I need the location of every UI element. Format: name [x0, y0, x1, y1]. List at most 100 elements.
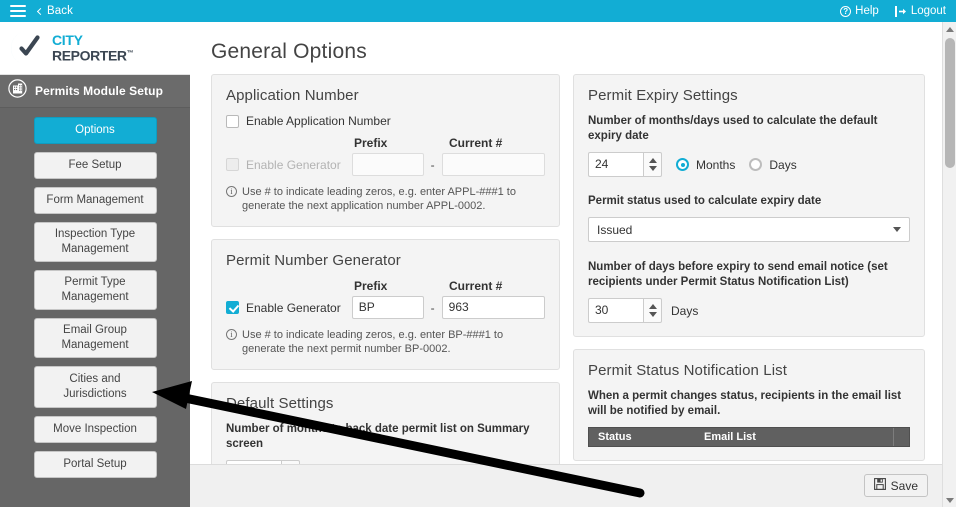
sidebar-item-portal-setup[interactable]: Portal Setup — [33, 451, 157, 478]
permit-number-generator-panel: Permit Number Generator Prefix Current #… — [211, 239, 560, 370]
enable-application-number-checkbox[interactable]: Enable Application Number — [226, 114, 545, 128]
email-notice-stepper-buttons[interactable] — [643, 298, 662, 323]
email-notice-stepper[interactable]: 30 — [588, 298, 662, 323]
floppy-disk-icon — [873, 478, 886, 493]
permit-prefix-input[interactable]: BP — [351, 296, 424, 319]
sidebar-item-inspection-type-management[interactable]: Inspection Type Management — [33, 222, 157, 262]
permit-separator: - — [430, 300, 435, 315]
top-bar: Back ? Help Logout — [0, 0, 956, 22]
app-prefix-label: Prefix — [354, 136, 388, 150]
unit-radio-days[interactable]: Days — [749, 157, 797, 172]
chevron-down-icon — [946, 497, 954, 503]
sidebar-item-permit-type-management[interactable]: Permit Type Management — [33, 270, 157, 310]
footer-bar: Save — [190, 464, 942, 507]
permit-expiry-title: Permit Expiry Settings — [588, 87, 738, 104]
sidebar: CITY REPORTER™ Permits Module Setup Opti… — [0, 22, 190, 507]
radio-icon — [749, 158, 763, 171]
sidebar-item-options[interactable]: Options — [33, 117, 157, 144]
permit-number-generator-title: Permit Number Generator — [226, 252, 401, 269]
application-enable-generator-checkbox[interactable]: Enable Generator — [226, 158, 352, 172]
permit-number-hint-text: Use # to indicate leading zeros, e.g. en… — [242, 329, 504, 355]
stepper-up-icon[interactable] — [648, 304, 657, 309]
permit-enable-generator-label: Enable Generator — [246, 300, 341, 315]
permit-status-label: Permit status used to calculate expiry d… — [588, 195, 822, 207]
sidebar-item-move-inspection[interactable]: Move Inspection — [33, 416, 157, 443]
application-number-title: Application Number — [226, 87, 359, 104]
sidebar-item-form-management[interactable]: Form Management — [33, 187, 157, 214]
permit-expiry-panel: Permit Expiry Settings Number of months/… — [573, 74, 925, 337]
permit-number-hint: i Use # to indicate leading zeros, e.g. … — [226, 328, 545, 356]
expiry-stepper-buttons[interactable] — [643, 152, 662, 177]
permit-current-label: Current # — [449, 279, 503, 293]
application-current-input[interactable] — [441, 153, 545, 176]
backdate-label: Number of months to back date permit lis… — [226, 423, 530, 450]
email-notice-unit-label: Days — [671, 303, 699, 318]
default-settings-title: Default Settings — [226, 395, 334, 412]
notification-table-header: Status Email List — [588, 427, 910, 447]
permit-enable-generator-checkbox[interactable]: Enable Generator — [226, 301, 352, 315]
sidebar-item-email-group-management[interactable]: Email Group Management — [33, 318, 157, 358]
notification-list-description: When a permit changes status, recipients… — [588, 390, 902, 417]
help-button-label: Help — [855, 5, 879, 17]
brand-line-1: CITY — [52, 31, 83, 48]
checkbox-icon — [226, 114, 239, 128]
unit-radio-months[interactable]: Months — [676, 158, 735, 172]
enable-application-number-label: Enable Application Number — [246, 114, 391, 128]
brand-logo[interactable]: CITY REPORTER™ — [0, 22, 190, 75]
back-button[interactable]: Back — [36, 5, 73, 17]
app-current-label: Current # — [449, 136, 503, 150]
scrollbar-thumb[interactable] — [945, 38, 955, 168]
logout-button[interactable]: Logout — [894, 5, 946, 17]
chevron-up-icon — [946, 26, 954, 32]
vertical-scrollbar[interactable] — [942, 22, 956, 507]
permit-prefix-label: Prefix — [354, 279, 388, 293]
permit-status-select[interactable]: Issued — [588, 217, 910, 242]
save-button-label: Save — [890, 478, 918, 493]
right-column: Permit Expiry Settings Number of months/… — [573, 74, 925, 473]
unit-radio-months-label: Months — [696, 157, 736, 172]
chevron-left-icon — [36, 7, 45, 15]
application-number-hint: i Use # to indicate leading zeros, e.g. … — [226, 185, 545, 213]
top-bar-actions: ? Help Logout — [840, 5, 946, 17]
logout-button-label: Logout — [910, 5, 946, 17]
stepper-up-icon[interactable] — [648, 158, 657, 163]
application-prefix-input[interactable] — [351, 153, 424, 176]
question-circle-icon: ? — [840, 5, 852, 17]
checkbox-checked-icon — [226, 301, 239, 314]
back-button-label: Back — [47, 5, 73, 17]
column-header-actions — [893, 428, 909, 446]
notification-list-panel: Permit Status Notification List When a p… — [573, 349, 925, 461]
hamburger-icon[interactable] — [10, 5, 26, 17]
info-icon: i — [226, 186, 237, 197]
page-title: General Options — [211, 40, 367, 63]
save-button[interactable]: Save — [863, 474, 928, 497]
application-number-panel: Application Number Enable Application Nu… — [211, 74, 560, 227]
months-days-label: Number of months/days used to calculate … — [588, 115, 878, 142]
brand-line-2: REPORTER™ — [52, 47, 134, 64]
help-button[interactable]: ? Help — [840, 5, 879, 17]
permit-status-selected-value: Issued — [597, 222, 633, 237]
chevron-down-icon — [893, 227, 901, 232]
application-separator: - — [430, 157, 435, 172]
sidebar-item-fee-setup[interactable]: Fee Setup — [33, 152, 157, 179]
scrollbar-down-button[interactable] — [943, 493, 956, 507]
email-notice-input[interactable]: 30 — [588, 298, 643, 323]
stepper-down-icon[interactable] — [648, 312, 657, 317]
left-column: Application Number Enable Application Nu… — [211, 74, 560, 507]
stepper-down-icon[interactable] — [648, 166, 657, 171]
application-enable-generator-label: Enable Generator — [246, 157, 341, 172]
sidebar-item-cities-and-jurisdictions[interactable]: Cities and Jurisdictions — [33, 366, 157, 408]
expiry-value-input[interactable]: 24 — [588, 152, 643, 177]
radio-selected-icon — [676, 158, 689, 171]
sidebar-nav: Options Fee Setup Form Management Inspec… — [0, 108, 190, 478]
building-icon — [8, 79, 27, 103]
options-form: Application Number Enable Application Nu… — [190, 74, 942, 499]
column-header-email-list: Email List — [704, 431, 756, 443]
permit-current-input[interactable]: 963 — [441, 296, 545, 319]
unit-radio-days-label: Days — [769, 157, 797, 172]
application-number-hint-text: Use # to indicate leading zeros, e.g. en… — [242, 186, 516, 212]
scrollbar-up-button[interactable] — [943, 22, 956, 36]
email-notice-label: Number of days before expiry to send ema… — [588, 261, 888, 288]
application-window: Back ? Help Logout CITY REPORTER™ Permit… — [0, 0, 956, 507]
expiry-value-stepper[interactable]: 24 — [588, 152, 662, 177]
